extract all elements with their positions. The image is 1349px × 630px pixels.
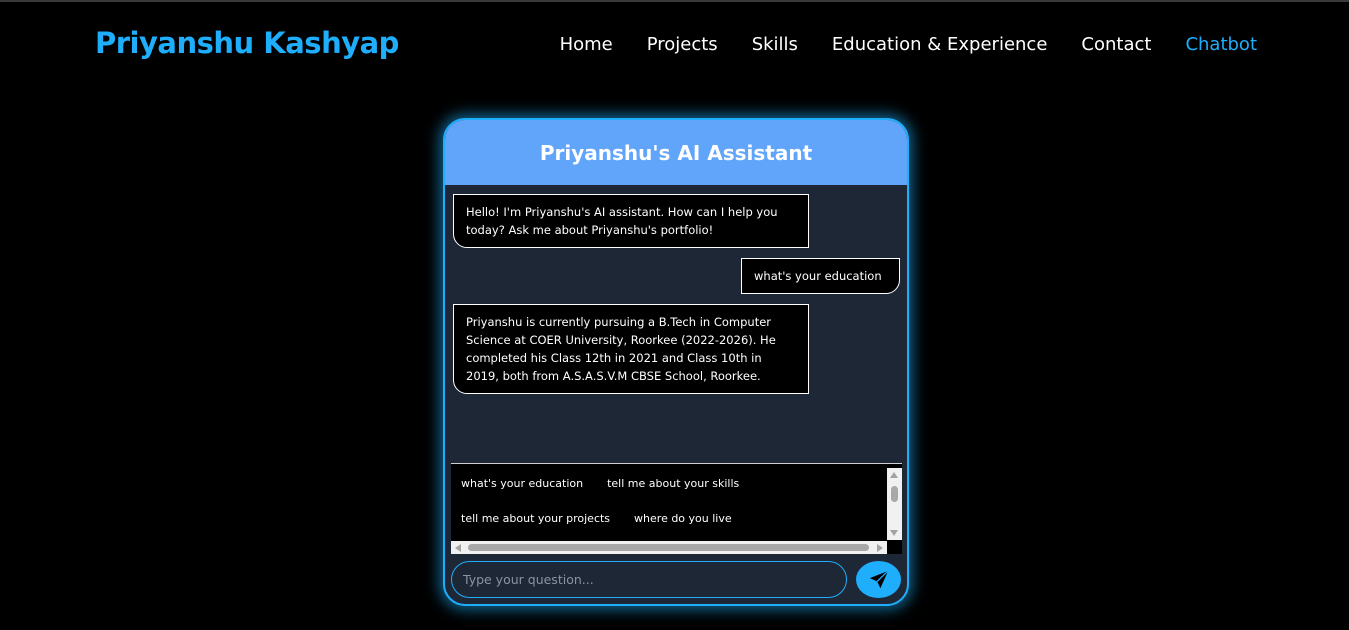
- bot-message: Priyanshu is currently pursuing a B.Tech…: [453, 304, 809, 394]
- paper-plane-icon: [869, 569, 889, 588]
- vertical-scroll-thumb[interactable]: [891, 486, 898, 502]
- question-input[interactable]: [451, 561, 847, 598]
- nav-projects[interactable]: Projects: [647, 34, 718, 55]
- send-button[interactable]: [856, 561, 901, 598]
- suggestion-chip[interactable]: tell me about your projects: [461, 512, 610, 525]
- scroll-up-arrow-icon[interactable]: [890, 472, 898, 478]
- scroll-left-arrow-icon[interactable]: [455, 544, 461, 552]
- nav-contact[interactable]: Contact: [1081, 34, 1151, 55]
- main-nav: Home Projects Skills Education & Experie…: [560, 34, 1257, 55]
- site-brand[interactable]: Priyanshu Kashyap: [95, 26, 399, 60]
- vertical-scrollbar[interactable]: [887, 468, 902, 540]
- nav-education-experience[interactable]: Education & Experience: [832, 34, 1047, 55]
- suggestion-chip[interactable]: tell me about your skills: [607, 477, 739, 490]
- suggestion-chip[interactable]: where do you live: [634, 512, 732, 525]
- bot-message: Hello! I'm Priyanshu's AI assistant. How…: [453, 194, 809, 248]
- user-message: what's your education: [741, 258, 900, 294]
- message-list: Hello! I'm Priyanshu's AI assistant. How…: [445, 185, 907, 461]
- suggestions-row: what's your education tell me about your…: [461, 477, 739, 490]
- nav-home[interactable]: Home: [560, 34, 613, 55]
- horizontal-scrollbar[interactable]: [451, 541, 887, 554]
- nav-chatbot[interactable]: Chatbot: [1185, 34, 1257, 55]
- horizontal-scroll-thumb[interactable]: [468, 544, 869, 551]
- scroll-right-arrow-icon[interactable]: [877, 544, 883, 552]
- suggestion-chip[interactable]: what's your education: [461, 477, 583, 490]
- suggestions-panel: what's your education tell me about your…: [451, 463, 902, 554]
- nav-skills[interactable]: Skills: [752, 34, 798, 55]
- suggestions-row: tell me about your projects where do you…: [461, 512, 732, 525]
- chat-title: Priyanshu's AI Assistant: [445, 120, 907, 185]
- top-border: [0, 0, 1349, 2]
- scroll-down-arrow-icon[interactable]: [890, 530, 898, 536]
- chat-window: Priyanshu's AI Assistant Hello! I'm Priy…: [443, 118, 909, 606]
